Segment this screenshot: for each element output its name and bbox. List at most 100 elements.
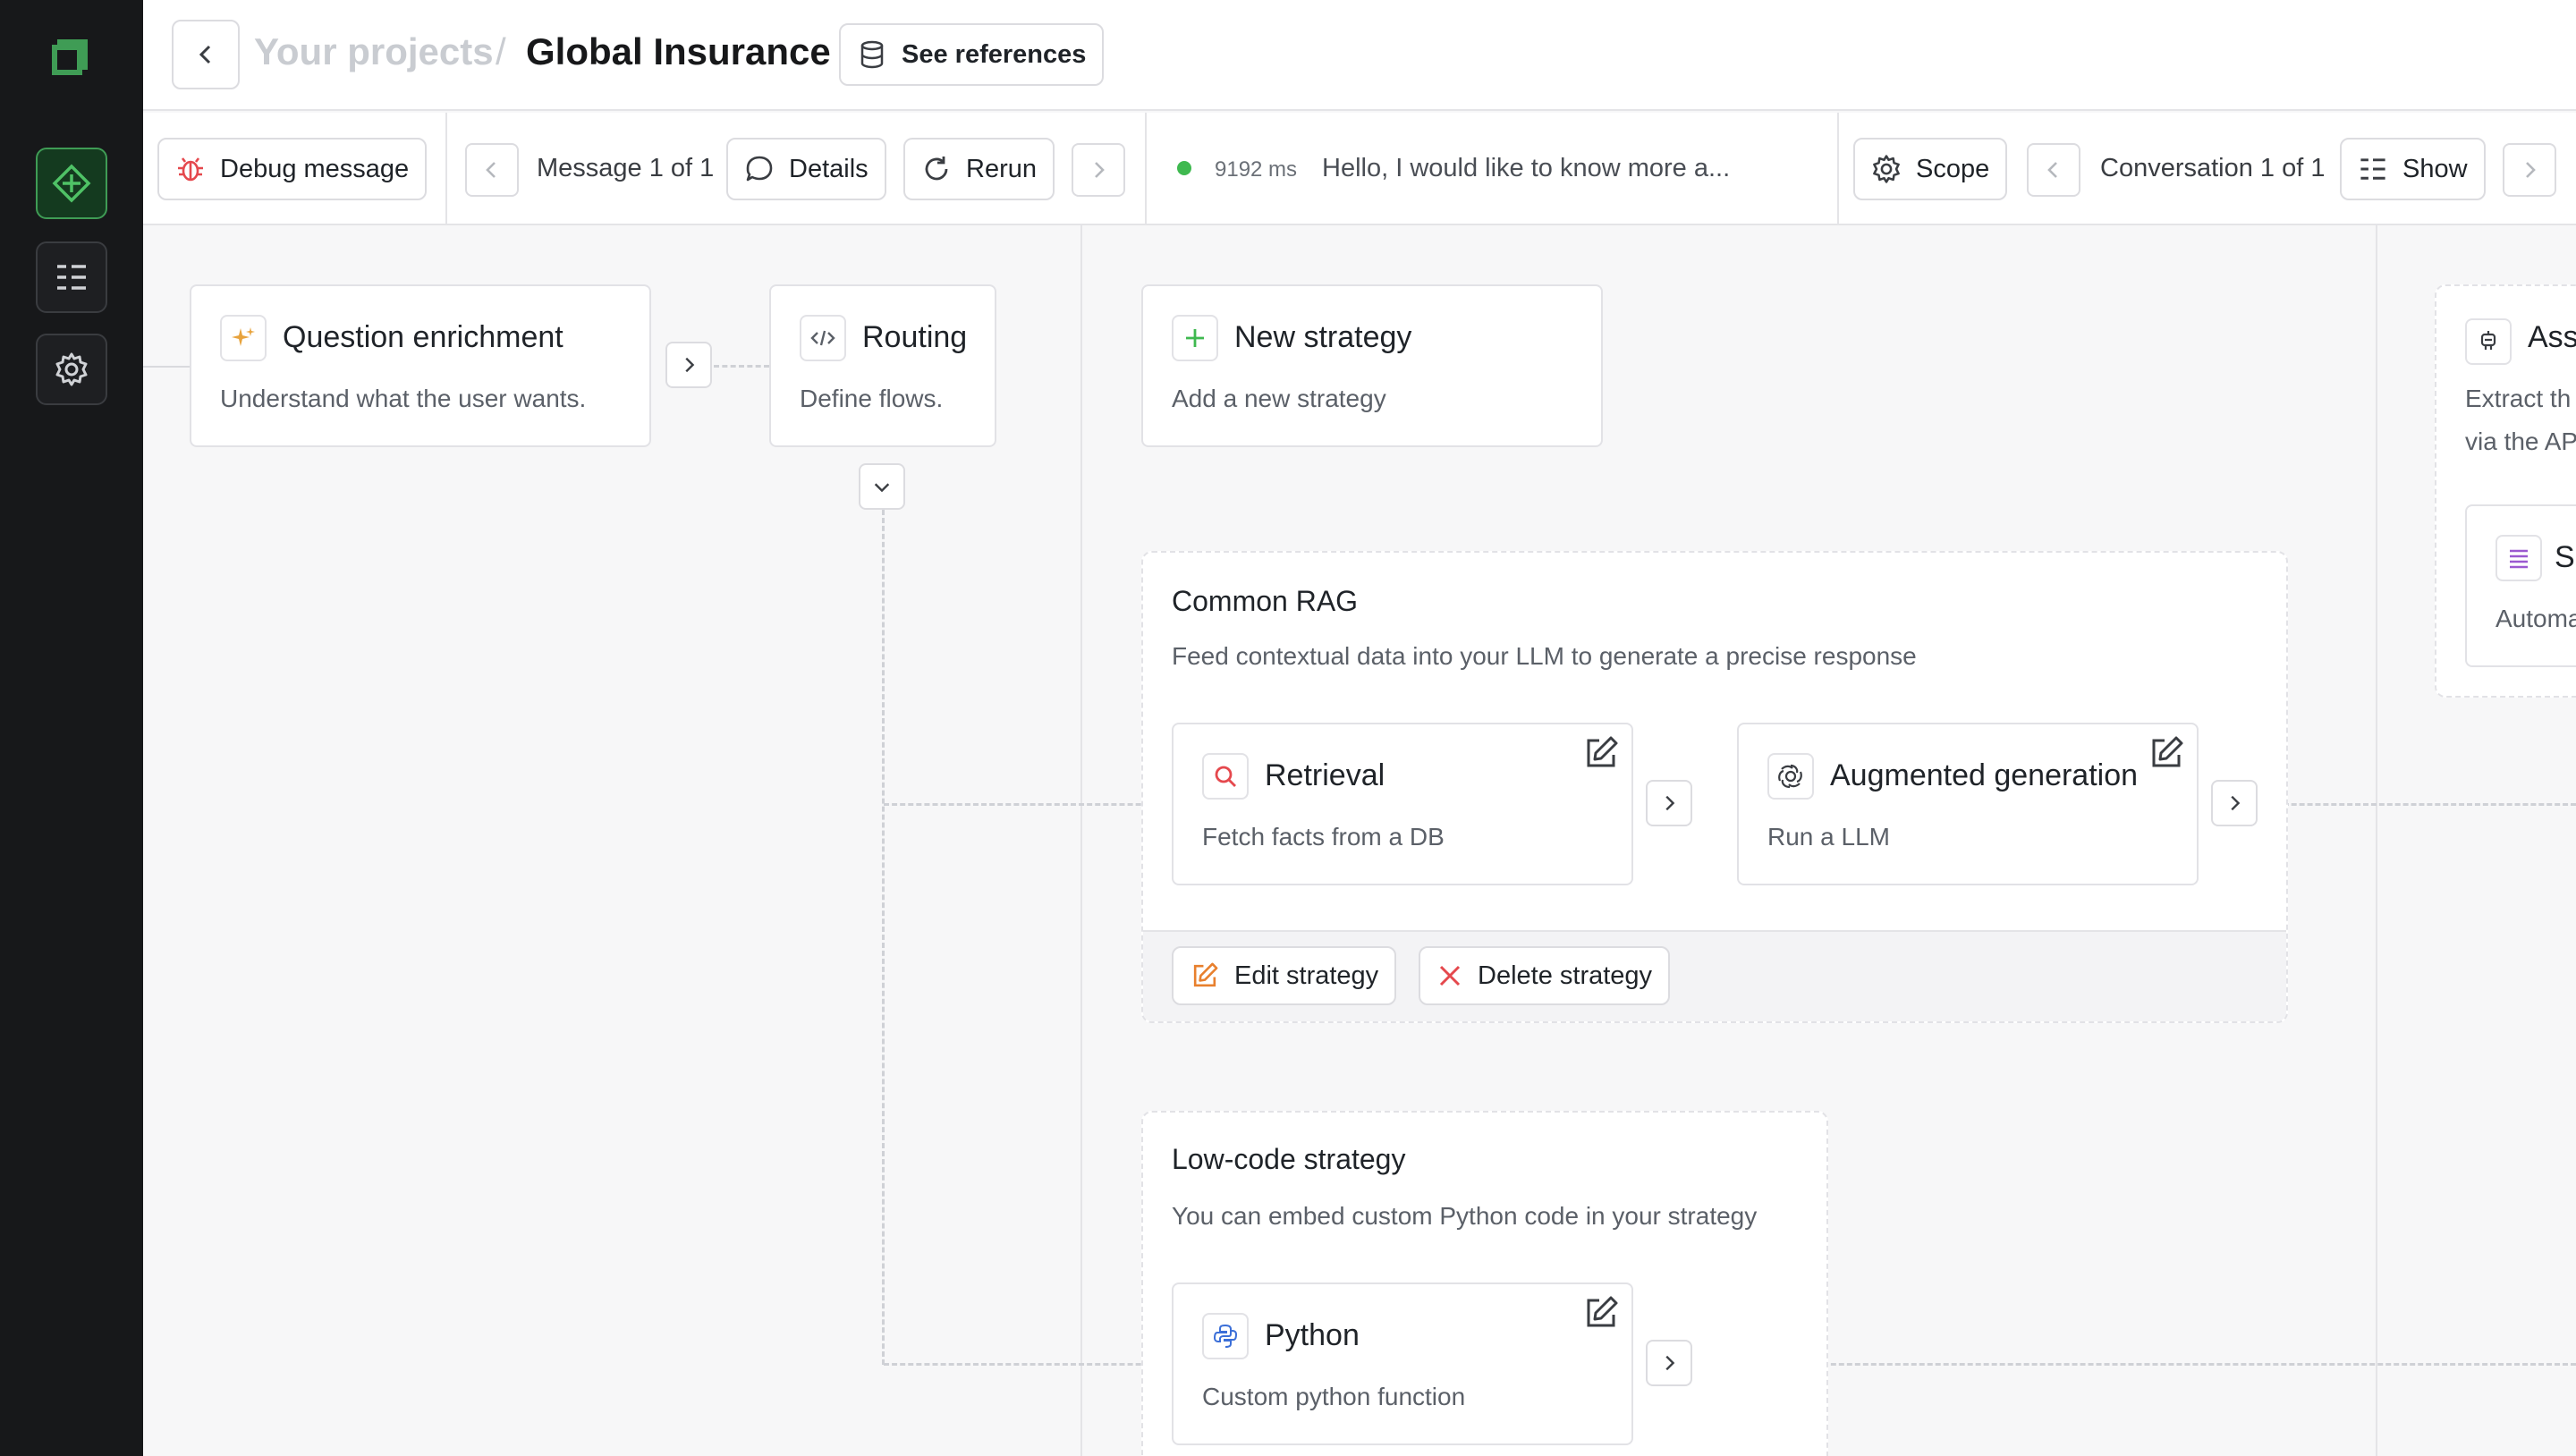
strategy-title: Low-code strategy [1172,1143,1406,1175]
message-counter: Message 1 of 1 [537,154,715,182]
see-references-button[interactable]: See references [839,23,1105,86]
card-description: Run a LLM [1767,823,1890,851]
openai-icon [1778,764,1802,789]
card-title: Ass [2528,320,2576,354]
page-title: Global Insurance [526,30,831,72]
sparkle-icon-box [220,315,267,361]
card-title: Python [1265,1318,1360,1352]
debug-message-button[interactable]: Debug message [157,138,428,200]
rerun-button[interactable]: Rerun [903,138,1055,200]
card-description: Understand what the user wants. [220,385,587,412]
card-description: Add a new strategy [1172,385,1386,412]
connector-line [884,803,1174,806]
card-title: New strategy [1234,320,1412,354]
edit-icon[interactable] [1581,733,1621,773]
card-title: Routing [862,320,968,354]
edit-strategy-button[interactable]: Edit strategy [1172,946,1397,1005]
connector-line [143,366,190,368]
rail-pipeline-button[interactable] [36,148,107,219]
back-button[interactable] [172,20,240,89]
rerun-label: Rerun [966,154,1037,183]
card-title: S [2555,540,2575,574]
search-icon-box [1202,753,1249,800]
prev-conversation-button[interactable] [2027,143,2080,197]
details-button[interactable]: Details [726,138,886,200]
llm-icon-box [1767,753,1814,800]
step-arrow-button[interactable] [1646,780,1692,826]
next-message-button[interactable] [1072,143,1125,197]
python-card[interactable]: Python Custom python function [1172,1282,1633,1445]
edit-icon[interactable] [1581,1293,1621,1333]
toolbar-divider [445,113,447,225]
status-dot [1177,161,1191,175]
step-arrow-button[interactable] [2211,780,2258,826]
breadcrumb-parent[interactable]: Your projects [254,30,494,73]
connector-line [714,365,769,368]
edit-strategy-label: Edit strategy [1234,961,1379,990]
message-preview[interactable]: Hello, I would like to know more a... [1322,154,1730,183]
connector-line [2259,803,2576,806]
rail-list-button[interactable] [36,241,107,313]
scope-button[interactable]: Scope [1853,138,2008,200]
gear-icon [55,352,88,386]
card-description: Define flows. [800,385,944,412]
scope-label: Scope [1916,154,1990,183]
gear-icon [1873,155,1900,183]
plus-icon-box [1172,315,1218,361]
sub-step-card[interactable]: S Automa [2465,504,2576,667]
expand-routing-button[interactable] [859,463,905,510]
card-description: Extract th [2465,385,2572,412]
edit-icon[interactable] [2147,733,2186,773]
routing-card[interactable]: Routing Define flows. [769,284,996,447]
rail-settings-button[interactable] [36,334,107,405]
delete-strategy-button[interactable]: Delete strategy [1419,946,1671,1005]
list-lines-icon [2510,549,2528,569]
chevron-right-icon [1095,162,1105,178]
prev-message-button[interactable] [465,143,519,197]
next-conversation-button[interactable] [2503,143,2556,197]
card-title: Retrieval [1265,758,1385,792]
show-button[interactable]: Show [2340,138,2486,200]
augmented-generation-card[interactable]: Augmented generation Run a LLM [1737,723,2199,885]
chat-bubble-icon [746,156,773,182]
card-title: Question enrichment [283,320,564,354]
card-description: Automa [2496,605,2576,632]
robot-icon [2480,331,2496,350]
list-icon [57,265,86,290]
chevron-down-icon [874,483,890,493]
chevron-right-icon [2526,162,2536,178]
breadcrumb-separator: / [496,30,506,72]
app-logo-icon [52,39,88,75]
chevron-right-icon [1665,1355,1675,1371]
list-icon [2360,158,2385,180]
toolbar-divider [1145,113,1147,225]
sparkle-icon [232,327,255,346]
conversation-counter: Conversation 1 of 1 [2100,154,2326,182]
search-icon [1215,766,1236,787]
strategy-description: You can embed custom Python code in your… [1172,1202,1758,1230]
debug-message-label: Debug message [220,154,410,183]
pipeline-icon [52,164,91,203]
column-divider [2376,225,2377,1456]
python-icon-box [1202,1313,1249,1359]
show-label: Show [2402,154,2468,183]
edit-icon [1193,962,1218,987]
chevron-left-icon [486,162,496,178]
close-icon [1439,965,1461,986]
step-arrow-button[interactable] [1646,1340,1692,1386]
refresh-icon [925,157,948,181]
expand-arrow-button[interactable] [665,342,712,388]
list-icon-box [2496,535,2542,581]
new-strategy-card[interactable]: New strategy Add a new strategy [1141,284,1603,447]
chevron-right-icon [1665,795,1675,811]
assistant-icon-box [2465,318,2512,365]
bug-icon [178,157,203,182]
code-icon [810,330,835,346]
retrieval-card[interactable]: Retrieval Fetch facts from a DB [1172,723,1633,885]
question-enrichment-card[interactable]: Question enrichment Understand what the … [190,284,651,447]
top-header [143,0,2576,111]
plus-icon [1186,329,1204,347]
python-icon [1213,1324,1238,1348]
column-divider [1080,225,1082,1456]
card-title: Augmented generation [1830,758,2139,792]
